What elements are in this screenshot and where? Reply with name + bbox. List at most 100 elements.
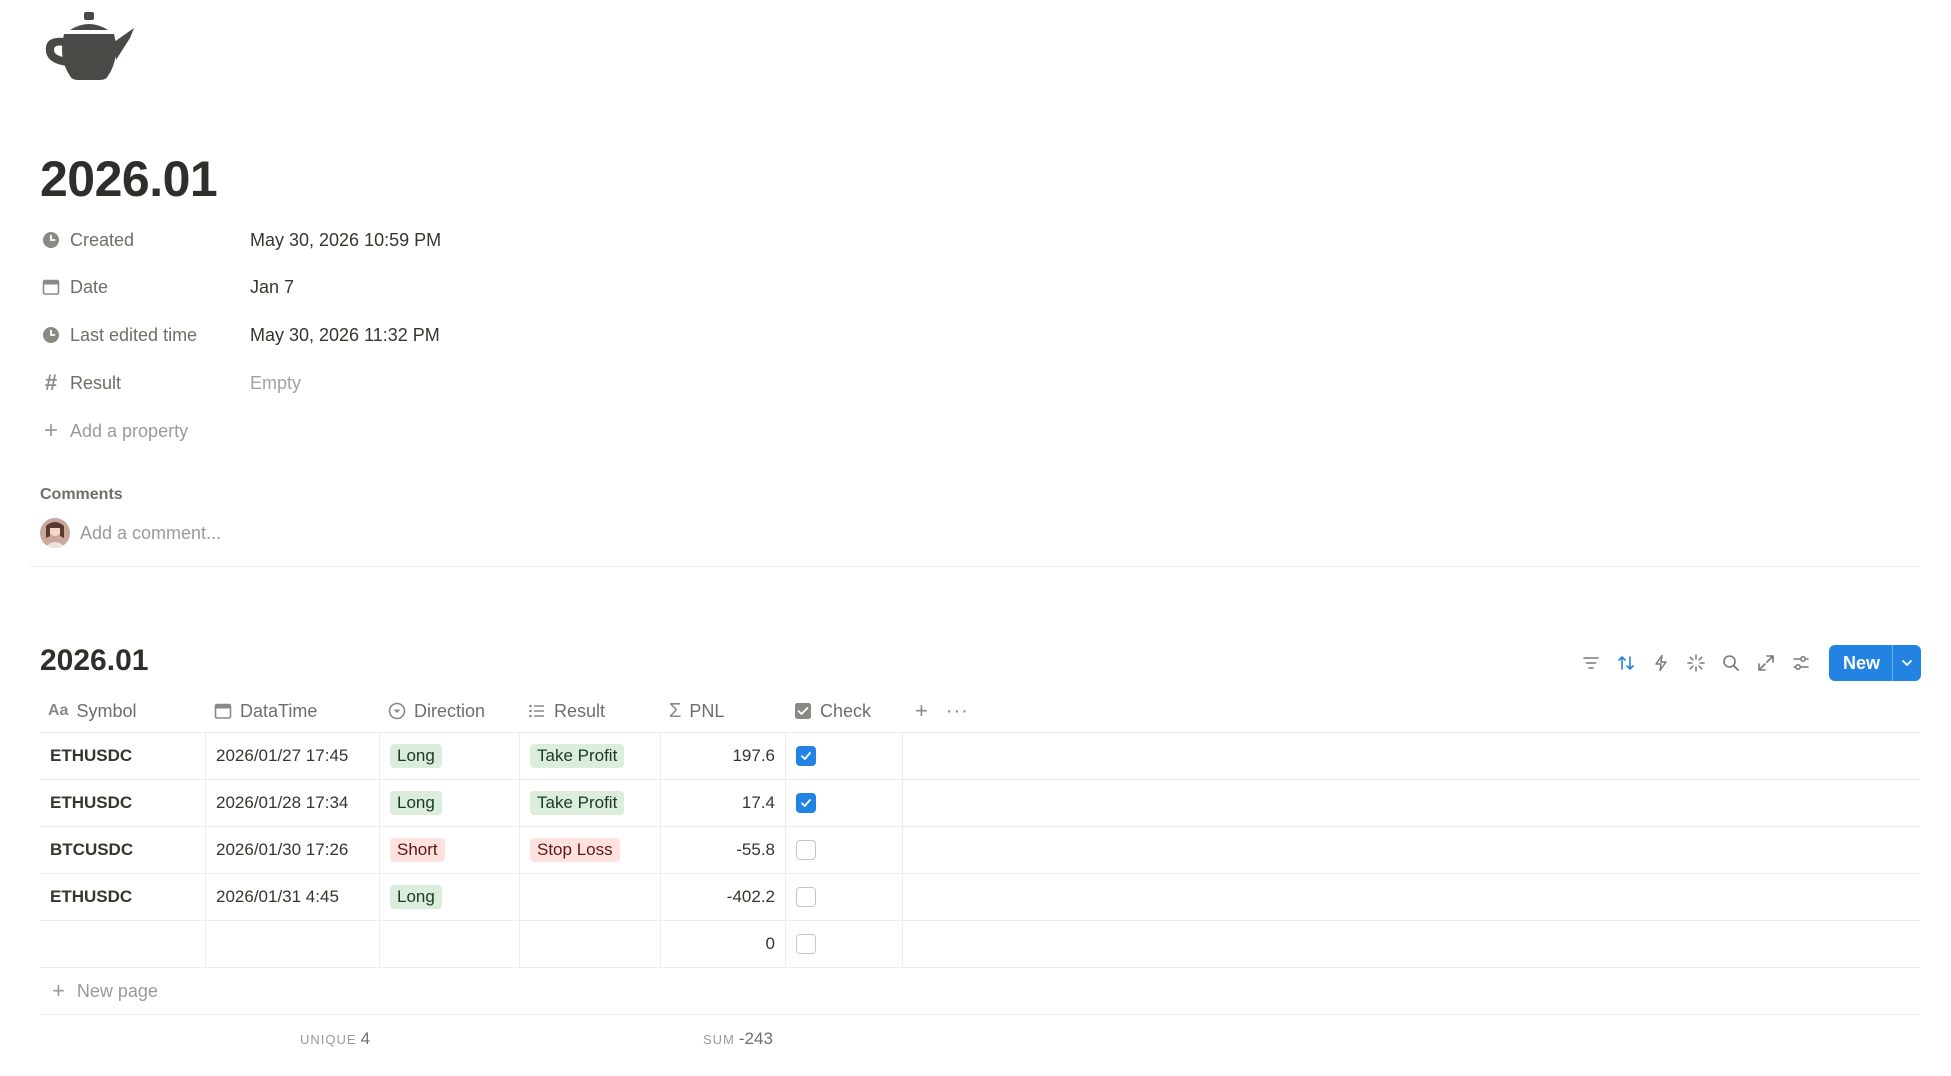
cell-check	[786, 874, 903, 920]
column-header-check[interactable]: Check	[786, 690, 903, 732]
cell-result[interactable]: Take Profit	[520, 780, 661, 826]
settings-sliders-icon[interactable]	[1784, 648, 1819, 678]
cell-result[interactable]: Take Profit	[520, 733, 661, 779]
plus-icon: +	[52, 978, 65, 1003]
sigma-icon: Σ	[669, 699, 682, 722]
cell-symbol[interactable]: ETHUSDC	[40, 733, 206, 779]
filter-icon[interactable]	[1574, 648, 1609, 678]
property-created[interactable]: Created May 30, 2026 10:59 PM	[40, 225, 640, 255]
comments-title: Comments	[40, 486, 123, 503]
table-row[interactable]: ETHUSDC 2026/01/27 17:45 Long Take Profit 19…	[40, 733, 1920, 780]
cell-check	[786, 780, 903, 826]
cell-check	[786, 921, 903, 967]
property-value[interactable]: Empty	[250, 373, 301, 394]
database-table: Aa Symbol DataTime Direction Result Σ PN…	[40, 690, 1920, 1055]
aggregate-sum[interactable]: SUM -243	[703, 1029, 773, 1049]
clock-icon	[40, 229, 62, 251]
cell-symbol[interactable]	[40, 921, 206, 967]
result-tag: Take Profit	[530, 744, 625, 768]
cell-datatime[interactable]: 2026/01/28 17:34	[206, 780, 380, 826]
cell-datatime[interactable]	[206, 921, 380, 967]
table-footer: UNIQUE 4 SUM -243	[40, 1015, 1920, 1055]
property-last-edited[interactable]: Last edited time May 30, 2026 11:32 PM	[40, 320, 640, 350]
plus-icon: +	[43, 417, 58, 444]
cell-direction[interactable]: Long	[380, 733, 520, 779]
add-property-label: Add a property	[70, 420, 189, 441]
property-result[interactable]: # Result Empty	[40, 368, 640, 398]
property-value: May 30, 2026 10:59 PM	[250, 229, 442, 250]
table-row[interactable]: 0	[40, 921, 1920, 968]
checkbox[interactable]	[796, 840, 816, 860]
direction-tag: Long	[390, 791, 442, 815]
cell-direction[interactable]	[380, 921, 520, 967]
cell-datatime[interactable]: 2026/01/27 17:45	[206, 733, 380, 779]
sort-icon[interactable]	[1609, 648, 1644, 678]
cell-symbol[interactable]: ETHUSDC	[40, 874, 206, 920]
cell-pnl[interactable]: 0	[661, 921, 786, 967]
cell-direction[interactable]: Long	[380, 780, 520, 826]
teapot-icon[interactable]	[40, 8, 140, 88]
page-title[interactable]: 2026.01	[40, 150, 218, 208]
direction-tag: Short	[390, 838, 445, 862]
cell-direction[interactable]: Long	[380, 874, 520, 920]
add-column-button[interactable]: + ···	[903, 698, 969, 724]
hash-icon: #	[44, 370, 58, 395]
cell-datatime[interactable]: 2026/01/30 17:26	[206, 827, 380, 873]
column-header-symbol[interactable]: Aa Symbol	[40, 690, 206, 732]
column-header-pnl[interactable]: Σ PNL	[661, 690, 786, 732]
checkbox[interactable]	[796, 793, 816, 813]
add-property-button[interactable]: + Add a property	[40, 416, 640, 446]
table-header: Aa Symbol DataTime Direction Result Σ PN…	[40, 690, 1920, 733]
search-icon[interactable]	[1714, 648, 1749, 678]
direction-tag: Long	[390, 744, 442, 768]
calendar-icon	[40, 276, 62, 298]
cell-result[interactable]	[520, 921, 661, 967]
cell-check	[786, 733, 903, 779]
chevron-down-icon[interactable]	[1892, 645, 1921, 681]
column-header-result[interactable]: Result	[520, 690, 661, 732]
checkbox-icon	[794, 702, 812, 720]
select-icon	[388, 702, 406, 720]
cell-pnl[interactable]: 17.4	[661, 780, 786, 826]
checkbox[interactable]	[796, 934, 816, 954]
table-row[interactable]: ETHUSDC 2026/01/28 17:34 Long Take Profit 17…	[40, 780, 1920, 827]
cell-datatime[interactable]: 2026/01/31 4:45	[206, 874, 380, 920]
table-row[interactable]: BTCUSDC 2026/01/30 17:26 Short Stop Loss -55…	[40, 827, 1920, 874]
cell-pnl[interactable]: -55.8	[661, 827, 786, 873]
new-button[interactable]: New	[1828, 645, 1921, 681]
property-value[interactable]: Jan 7	[250, 277, 294, 298]
automation-icon[interactable]	[1644, 648, 1679, 678]
aggregate-unique[interactable]: UNIQUE 4	[300, 1029, 370, 1049]
cell-symbol[interactable]: ETHUSDC	[40, 780, 206, 826]
plus-icon[interactable]: +	[915, 698, 928, 724]
cell-direction[interactable]: Short	[380, 827, 520, 873]
column-header-datatime[interactable]: DataTime	[206, 690, 380, 732]
expand-icon[interactable]	[1749, 648, 1784, 678]
checkbox[interactable]	[796, 746, 816, 766]
table-row[interactable]: ETHUSDC 2026/01/31 4:45 Long -402.2	[40, 874, 1920, 921]
property-label: Last edited time	[70, 324, 198, 345]
cell-pnl[interactable]: -402.2	[661, 874, 786, 920]
property-value: May 30, 2026 11:32 PM	[250, 324, 440, 345]
sparkle-icon[interactable]	[1679, 648, 1714, 678]
cell-symbol[interactable]: BTCUSDC	[40, 827, 206, 873]
column-header-direction[interactable]: Direction	[380, 690, 520, 732]
cell-result[interactable]: Stop Loss	[520, 827, 661, 873]
direction-tag: Long	[390, 885, 442, 909]
calendar-icon	[214, 702, 232, 720]
checkbox[interactable]	[796, 887, 816, 907]
clock-icon	[40, 324, 62, 346]
new-page-button[interactable]: + New page	[40, 968, 1920, 1015]
more-options-icon[interactable]: ···	[946, 700, 969, 723]
divider	[30, 566, 1920, 567]
comment-row[interactable]: Add a comment...	[40, 518, 221, 548]
new-button-label[interactable]: New	[1829, 645, 1892, 681]
database-title[interactable]: 2026.01	[40, 644, 148, 678]
property-label: Created	[70, 229, 135, 250]
cell-result[interactable]	[520, 874, 661, 920]
property-date[interactable]: Date Jan 7	[40, 272, 640, 302]
property-label: Date	[70, 276, 109, 297]
cell-pnl[interactable]: 197.6	[661, 733, 786, 779]
comment-input[interactable]: Add a comment...	[80, 523, 221, 544]
result-tag: Stop Loss	[530, 838, 620, 862]
